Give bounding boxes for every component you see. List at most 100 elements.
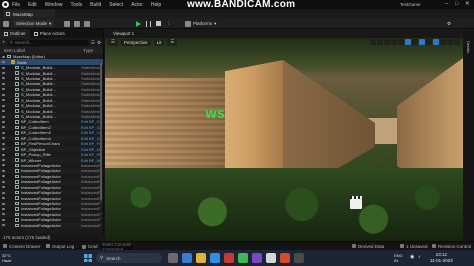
column-type[interactable]: Type [83,48,93,53]
select-tool-icon[interactable] [370,38,376,45]
visibility-eye-icon[interactable] [2,180,5,183]
store-icon[interactable] [210,253,220,263]
visibility-eye-icon[interactable] [2,72,5,75]
camera-clapper-icon[interactable] [350,196,362,209]
edge-browser-icon[interactable] [182,253,192,263]
platforms-dropdown[interactable]: Platforms ▾ [185,20,216,27]
visibility-eye-icon[interactable] [2,164,5,167]
visibility-eye-icon[interactable] [2,191,5,194]
blueprint-button[interactable] [74,20,80,27]
stop-button[interactable] [156,20,161,27]
play-button[interactable] [136,20,141,27]
viewport-tab-label[interactable]: Viewport 1 [113,31,134,36]
scale-snap-icon[interactable] [433,38,439,45]
tab-place-actors[interactable]: Place Actors [30,29,69,38]
console-command-input[interactable]: Enter Console Command [100,242,133,252]
visibility-eye-icon[interactable] [2,148,5,151]
pause-button[interactable] [146,20,151,27]
maximize-icon[interactable]: □ [455,1,458,7]
visibility-eye-icon[interactable] [2,224,5,227]
visibility-eye-icon[interactable] [2,61,5,64]
wifi-icon[interactable]: ◉ [410,254,414,260]
column-item-label[interactable]: Item Label [4,48,25,53]
visibility-eye-icon[interactable] [2,202,5,205]
menu-actor[interactable]: Actor [131,2,143,8]
visibility-eye-icon[interactable] [2,153,5,156]
perspective-button[interactable]: Perspective [121,38,151,46]
unreal-editor-taskbar-icon[interactable] [266,253,276,263]
visibility-eye-icon[interactable] [2,110,5,113]
outliner-search-input[interactable]: ⚲ Search... [7,39,89,46]
tab-outliner[interactable]: Outliner [0,29,30,38]
bandicam-taskbar-icon[interactable] [280,253,290,263]
scale-tool-icon[interactable] [391,38,397,45]
derived-data-button[interactable]: Derived Data [352,244,384,249]
chrome-icon[interactable] [238,253,248,263]
grid-snap-icon[interactable] [405,38,411,45]
add-icon[interactable]: + [2,40,6,46]
visibility-eye-icon[interactable] [2,137,5,140]
outliner-row[interactable]: InstancedFoliageActor InstancedF [0,222,103,228]
rotation-size-icon[interactable] [426,38,432,45]
windows-start-icon[interactable] [84,254,92,262]
minimize-icon[interactable]: – [445,1,448,7]
visibility-eye-icon[interactable] [2,131,5,134]
menu-edit[interactable]: Edit [28,2,37,8]
volume-icon[interactable]: ♪ [418,254,421,260]
system-tray-language[interactable]: ENG IN [394,253,403,263]
visibility-eye-icon[interactable] [2,159,5,162]
tab-mazemap[interactable]: MazeMap [3,10,55,18]
selection-mode-dropdown[interactable]: Selection Mode ▾ [13,20,55,27]
settings-button[interactable]: ⚙ [447,20,451,27]
camera-speed-icon[interactable] [447,38,453,45]
close-icon[interactable]: ✕ [465,1,470,7]
rotation-snap-icon[interactable] [419,38,425,45]
visibility-eye-icon[interactable] [2,82,5,85]
visibility-eye-icon[interactable] [2,213,5,216]
visibility-eye-icon[interactable] [2,93,5,96]
visibility-eye-icon[interactable] [2,186,5,189]
visibility-eye-icon[interactable] [2,77,5,80]
world-icon[interactable] [398,38,404,45]
visibility-eye-icon[interactable] [2,104,5,107]
visibility-eye-icon[interactable] [2,99,5,102]
menu-file[interactable]: File [12,2,20,8]
menu-window[interactable]: Window [45,2,63,8]
weather-widget[interactable]: 32°C Haze [2,253,11,263]
system-clock[interactable]: 23:12 11-01-2023 [430,252,453,263]
lit-button[interactable]: Lit [153,38,165,46]
visibility-eye-icon[interactable] [2,120,5,123]
visibility-eye-icon[interactable] [2,175,5,178]
task-view-icon[interactable] [168,253,178,263]
grid-size-icon[interactable] [412,38,418,45]
menu-build[interactable]: Build [90,2,101,8]
move-tool-icon[interactable] [377,38,383,45]
menu-tools[interactable]: Tools [70,2,82,8]
content-drawer-button[interactable]: Content Drawer [3,244,41,249]
gear-icon[interactable]: ⚙ [97,40,101,46]
visibility-eye-icon[interactable] [2,218,5,221]
scale-size-icon[interactable] [440,38,446,45]
visibility-eye-icon[interactable] [2,207,5,210]
rotate-tool-icon[interactable] [384,38,390,45]
visibility-eye-icon[interactable] [2,88,5,91]
unreal-logo-icon[interactable] [2,1,9,8]
menu-help[interactable]: Help [151,2,161,8]
file-explorer-icon[interactable] [196,253,206,263]
outliner-scrollbar[interactable] [100,63,102,201]
revision-control-button[interactable]: Revision Control [432,244,471,249]
details-tab-label[interactable]: Details [466,41,471,53]
content-button[interactable] [64,20,70,27]
unsaved-button[interactable]: 1 Unsaved [400,244,428,249]
visibility-eye-icon[interactable] [2,115,5,118]
visibility-eye-icon[interactable] [2,169,5,172]
show-button[interactable]: ☰ [167,38,178,46]
visibility-eye-icon[interactable] [2,142,5,145]
viewport-scene[interactable]: WS [105,38,463,241]
visibility-eye-icon[interactable] [2,126,5,129]
app-icon-gray[interactable] [294,253,304,263]
maximize-viewport-icon[interactable] [454,38,460,45]
office-icon[interactable] [224,253,234,263]
details-strip[interactable]: Details [463,29,474,241]
visibility-eye-icon[interactable] [2,55,5,58]
